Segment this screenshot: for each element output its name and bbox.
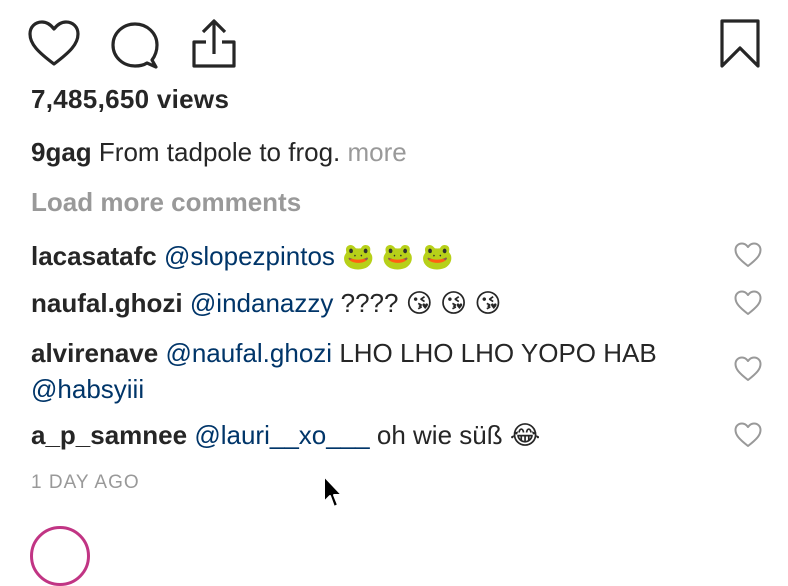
- like-icon[interactable]: [28, 20, 80, 68]
- more-link[interactable]: more: [348, 137, 407, 167]
- comment-emoji: 😂: [509, 420, 541, 450]
- post-caption: 9gag From tadpole to frog. more: [31, 137, 407, 168]
- comment-item: a_p_samnee @lauri__xo___ oh wie süß 😂: [31, 417, 711, 453]
- comment-username[interactable]: naufal.ghozi: [31, 288, 183, 318]
- comment-like-icon[interactable]: [734, 242, 762, 268]
- post-timestamp[interactable]: 1 DAY AGO: [31, 472, 140, 494]
- comment-emoji: 🐸 🐸 🐸: [342, 241, 454, 271]
- comment-item: naufal.ghozi @indanazzy ???? 😘 😘 😘: [31, 285, 711, 321]
- caption-text: From tadpole to frog.: [98, 137, 341, 167]
- post-action-bar: [0, 0, 788, 90]
- load-more-comments-button[interactable]: Load more comments: [31, 187, 301, 218]
- comment-like-icon[interactable]: [734, 290, 762, 316]
- avatar[interactable]: [30, 526, 90, 586]
- comment-mention[interactable]: @lauri__xo___: [194, 420, 369, 450]
- comment-text: LHO LHO LHO YOPO HAB: [339, 338, 657, 368]
- mouse-pointer-icon: [322, 474, 346, 510]
- comment-icon[interactable]: [110, 20, 160, 70]
- comment-username[interactable]: alvirenave: [31, 338, 158, 368]
- comment-mention[interactable]: @slopezpintos: [164, 241, 335, 271]
- share-icon[interactable]: [190, 18, 238, 70]
- comment-like-icon[interactable]: [734, 356, 762, 382]
- comment-text: oh wie süß: [376, 420, 503, 450]
- comment-username[interactable]: lacasatafc: [31, 241, 157, 271]
- comment-mention-2[interactable]: @habsyiii: [31, 374, 144, 404]
- comment-emoji: 😘 😘 😘: [405, 288, 502, 318]
- comment-item: alvirenave @naufal.ghozi LHO LHO LHO YOP…: [31, 335, 711, 407]
- comment-mention[interactable]: @naufal.ghozi: [165, 338, 332, 368]
- bookmark-icon[interactable]: [718, 18, 762, 70]
- view-count[interactable]: 7,485,650 views: [31, 84, 229, 115]
- comment-like-icon[interactable]: [734, 422, 762, 448]
- comment-username[interactable]: a_p_samnee: [31, 420, 187, 450]
- comment-item: lacasatafc @slopezpintos 🐸 🐸 🐸: [31, 238, 711, 274]
- comment-text: ????: [340, 288, 399, 318]
- caption-username[interactable]: 9gag: [31, 137, 92, 167]
- comment-mention[interactable]: @indanazzy: [190, 288, 333, 318]
